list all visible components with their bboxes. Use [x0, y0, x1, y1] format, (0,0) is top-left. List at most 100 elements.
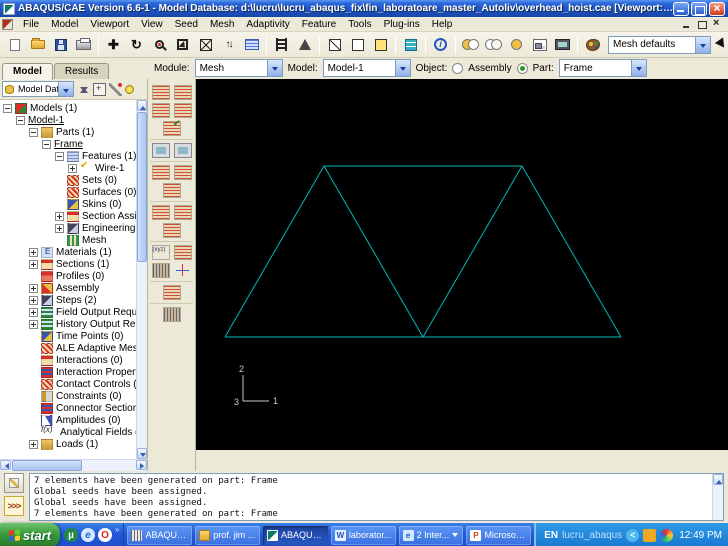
color-palette-button[interactable]	[581, 34, 604, 56]
tree-item-profiles-0[interactable]: Profiles (0)	[0, 270, 136, 282]
seed-edge-size-button[interactable]	[173, 103, 192, 118]
restore-button[interactable]	[691, 1, 707, 16]
menu-adaptivity[interactable]: Adaptivity	[240, 18, 295, 31]
menu-viewport[interactable]: Viewport	[84, 18, 135, 31]
taskbar-button-abaqus[interactable]: ABAQUS/...	[263, 525, 328, 545]
print-button[interactable]	[72, 34, 95, 56]
scroll-left-icon[interactable]	[0, 460, 11, 470]
tree-item-models-1[interactable]: Models (1)	[0, 102, 136, 114]
color-code-select[interactable]: Mesh defaults	[608, 35, 711, 54]
tree-item-surfaces-0[interactable]: Surfaces (0)	[0, 186, 136, 198]
tree-item-analytical-fields-0[interactable]: Analytical Fields (0)	[0, 425, 136, 438]
auto-fit-button[interactable]	[194, 34, 217, 56]
mesh-stack-button[interactable]	[162, 223, 181, 238]
tree-item-parts-1[interactable]: Parts (1)	[0, 126, 136, 138]
mesh-part-button[interactable]	[151, 165, 170, 180]
magnify-button[interactable]	[148, 34, 171, 56]
scroll-up-icon[interactable]	[137, 100, 147, 111]
tree-item-skins-0[interactable]: Skins (0)	[0, 198, 136, 210]
chevron-down-icon[interactable]	[58, 82, 73, 96]
part-select[interactable]: Frame	[558, 59, 647, 77]
taskbar-button-2-inter[interactable]: e2 Inter...	[398, 525, 464, 545]
command-line-button[interactable]: >>>	[4, 496, 24, 516]
menu-plugins[interactable]: Plug-ins	[378, 18, 426, 31]
close-button[interactable]	[709, 1, 725, 16]
tree-item-assembly[interactable]: Assembly	[0, 282, 136, 294]
chevron-down-icon[interactable]	[394, 60, 410, 76]
tree-item-sets-0[interactable]: Sets (0)	[0, 174, 136, 186]
chevron-down-icon[interactable]	[266, 60, 282, 76]
taskbar-button-laborator[interactable]: Wlaborator...	[330, 525, 396, 545]
expand-icon[interactable]	[29, 439, 38, 449]
taskbar-button-abaqus[interactable]: ABAQUS ...	[127, 525, 193, 545]
zoom-box-button[interactable]	[171, 34, 194, 56]
swap-diagonal-button[interactable]	[151, 263, 170, 278]
chevron-down-icon[interactable]	[630, 60, 646, 76]
tree-item-ale-adaptive-mesh-co[interactable]: ALE Adaptive Mesh Co	[0, 342, 136, 354]
cycle-views-button[interactable]: ↑↓	[217, 34, 240, 56]
assembly-radio[interactable]	[452, 62, 464, 74]
node-axis-button[interactable]	[173, 263, 192, 278]
menu-feature[interactable]: Feature	[296, 18, 342, 31]
expand-icon[interactable]	[55, 223, 64, 233]
expand-icon[interactable]	[55, 211, 64, 221]
mdi-restore-button[interactable]	[696, 19, 708, 30]
collapse-icon[interactable]	[55, 151, 64, 161]
mesh-region-button[interactable]	[173, 165, 192, 180]
tree-vertical-scrollbar[interactable]	[136, 100, 147, 459]
taskbar-button-microsoft[interactable]: P Microsoft...	[466, 525, 532, 545]
expand-icon[interactable]	[68, 163, 77, 173]
part-radio[interactable]	[516, 62, 528, 74]
context-help-button[interactable]	[715, 34, 728, 56]
tree-item-connector-sections-0[interactable]: Connector Sections (0	[0, 402, 136, 414]
wireframe-button[interactable]	[323, 34, 346, 56]
rotate-button[interactable]: ↻	[125, 34, 148, 56]
mesh-edit-region-button[interactable]	[173, 205, 192, 220]
tray-app-icon[interactable]	[660, 528, 674, 542]
scroll-right-icon[interactable]	[136, 460, 147, 470]
mdi-minimize-button[interactable]	[681, 19, 693, 30]
menu-tools[interactable]: Tools	[342, 18, 377, 31]
tree-item-amplitudes-0[interactable]: Amplitudes (0)	[0, 414, 136, 426]
tree-item-interactions-0[interactable]: Interactions (0)	[0, 354, 136, 366]
monitor-button[interactable]	[551, 34, 574, 56]
tree-item-frame[interactable]: Frame	[0, 138, 136, 150]
taskbar-button-prof-jim[interactable]: prof. jim ...	[195, 525, 261, 545]
info-button[interactable]: i	[429, 34, 452, 56]
save-button[interactable]	[49, 34, 72, 56]
menu-seed[interactable]: Seed	[169, 18, 204, 31]
edit-mesh-button[interactable]	[151, 205, 170, 220]
chevron-down-icon[interactable]	[695, 36, 710, 53]
viewports-button[interactable]	[528, 34, 551, 56]
start-button[interactable]: start	[0, 523, 60, 546]
tree-item-constraints-0[interactable]: Constraints (0)	[0, 390, 136, 402]
truss-member[interactable]	[422, 165, 523, 338]
tree-item-history-output-reque[interactable]: History Output Reque	[0, 318, 136, 330]
truss-member[interactable]	[323, 165, 424, 338]
tree-horizontal-scrollbar[interactable]	[0, 459, 147, 471]
tree-item-mesh[interactable]: Mesh	[0, 234, 136, 246]
tree-scope-select[interactable]: Model Datab	[2, 81, 74, 97]
lightbulb-icon[interactable]	[125, 85, 134, 94]
tree-item-features-1[interactable]: Features (1)	[0, 150, 136, 162]
xyz-query-button[interactable]	[151, 245, 170, 260]
collapse-icon[interactable]	[3, 103, 12, 113]
front-circles-button[interactable]	[459, 34, 482, 56]
opera-icon[interactable]: O	[98, 528, 112, 542]
expand-icon[interactable]	[29, 259, 38, 269]
seed-edge-number-button[interactable]	[151, 103, 170, 118]
hide-icons-chevron[interactable]: <	[626, 528, 640, 542]
new-button[interactable]	[3, 34, 26, 56]
expand-icon[interactable]	[29, 307, 38, 317]
model-select[interactable]: Model-1	[322, 59, 411, 77]
mdi-close-button[interactable]	[711, 17, 723, 30]
filter-icon[interactable]	[109, 82, 122, 96]
menu-model[interactable]: Model	[45, 18, 84, 31]
menu-file[interactable]: File	[17, 18, 45, 31]
tab-model[interactable]: Model	[2, 63, 53, 80]
viewport-canvas[interactable]: 2 1 3	[196, 79, 728, 450]
scroll-thumb[interactable]	[137, 112, 147, 262]
query-tools-button[interactable]	[162, 307, 181, 322]
seed-part-button[interactable]	[151, 85, 170, 100]
tree-item-sections-1[interactable]: Sections (1)	[0, 258, 136, 270]
